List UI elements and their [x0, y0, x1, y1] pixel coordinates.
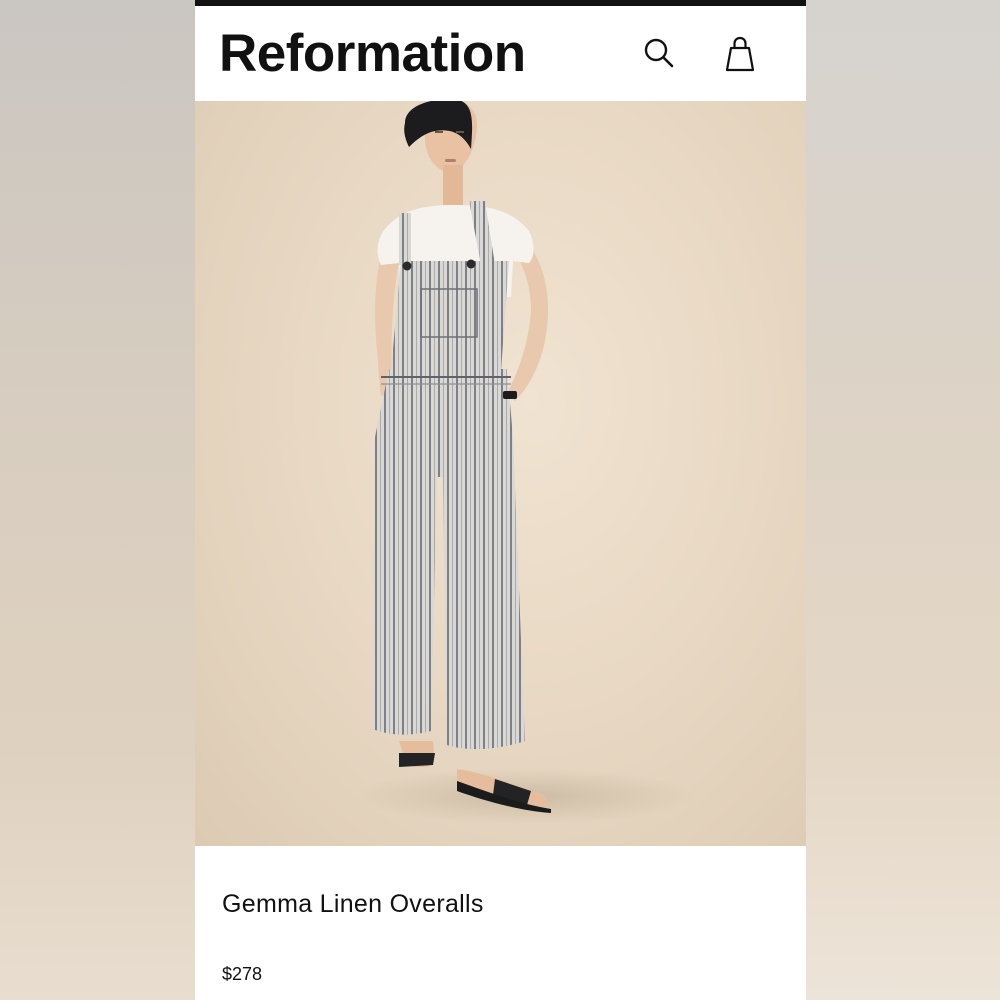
mobile-page: Reformation Gemma Linen Overalls $278 [195, 0, 806, 1000]
shopping-bag-icon [725, 36, 755, 72]
model-photo-illustration [355, 101, 695, 824]
search-button[interactable] [641, 34, 677, 72]
search-icon [644, 38, 674, 68]
product-price: $278 [222, 964, 263, 984]
background-right [805, 0, 1000, 1000]
site-header: Reformation [195, 6, 806, 101]
shopping-bag-button[interactable] [722, 34, 758, 72]
product-image[interactable] [195, 101, 806, 846]
brand-logo[interactable]: Reformation [219, 24, 526, 84]
background-left [0, 0, 195, 1000]
product-title[interactable]: Gemma Linen Overalls [222, 888, 484, 920]
